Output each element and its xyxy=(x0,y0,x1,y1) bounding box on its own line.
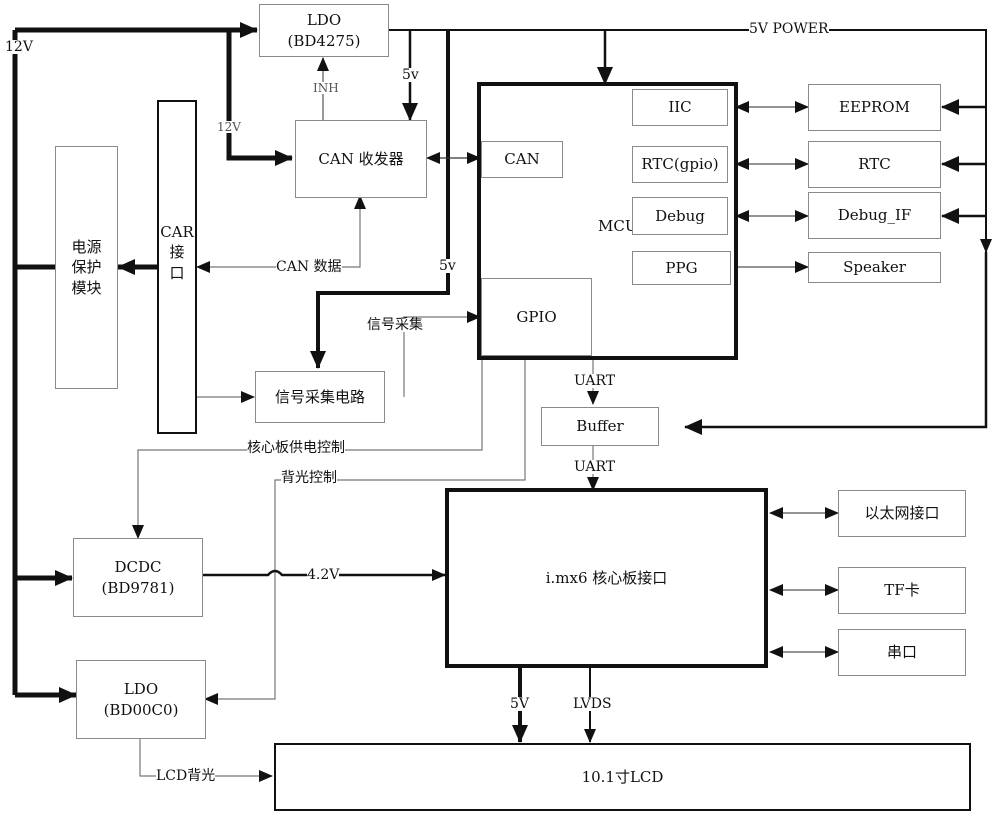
label-12v-branch: 12V xyxy=(217,120,241,134)
tf-card-block: TF卡 xyxy=(838,567,966,614)
ldo-bd4275-block: LDO (BD4275) xyxy=(259,4,389,57)
speaker-block: Speaker xyxy=(808,252,941,283)
label-12v-main: 12V xyxy=(5,39,33,55)
label-uart-1: UART xyxy=(574,373,616,389)
label-signal-acq: 信号采集 xyxy=(367,317,423,333)
mcu-debug-block: Debug xyxy=(632,197,728,235)
label-can-data: CAN 数据 xyxy=(276,259,342,275)
car-interface-block: CAR 接 口 xyxy=(157,100,197,434)
label-core-power-ctrl: 核心板供电控制 xyxy=(247,440,345,456)
label-5v-mid: 5v xyxy=(439,258,456,274)
buffer-block: Buffer xyxy=(541,407,659,446)
ldo-top-part: (BD4275) xyxy=(287,31,361,50)
label-4-2v: 4.2V xyxy=(307,567,340,583)
imx6-core-block: i.mx6 核心板接口 xyxy=(445,488,768,668)
serial-block: 串口 xyxy=(838,629,966,676)
mcu-gpio-block: GPIO xyxy=(481,278,592,356)
dcdc-title: DCDC xyxy=(114,558,162,577)
lcd-block: 10.1寸LCD xyxy=(274,743,971,811)
ldo-bottom-title: LDO xyxy=(123,680,159,699)
label-5v-lcd: 5V xyxy=(510,696,530,712)
power-protect-block: 电源 保护 模块 xyxy=(55,146,118,389)
dcdc-block: DCDC (BD9781) xyxy=(73,538,203,617)
can-transceiver-block: CAN 收发器 xyxy=(295,120,427,198)
ldo-top-title: LDO xyxy=(306,11,342,30)
mcu-rtc-block: RTC(gpio) xyxy=(632,146,728,183)
label-uart-2: UART xyxy=(574,459,616,475)
signal-circuit-block: 信号采集电路 xyxy=(255,371,385,423)
mcu-can-block: CAN xyxy=(481,141,563,178)
label-5v-power: 5V POWER xyxy=(749,21,829,37)
debug-if-block: Debug_IF xyxy=(808,192,941,239)
rtc-block: RTC xyxy=(808,141,941,188)
ethernet-block: 以太网接口 xyxy=(838,490,966,537)
label-lcd-backlight: LCD背光 xyxy=(156,768,216,784)
label-5v-top: 5v xyxy=(402,67,419,83)
label-backlight-ctrl: 背光控制 xyxy=(281,470,337,486)
dcdc-part: (BD9781) xyxy=(101,578,175,597)
label-inh: INH xyxy=(313,81,339,95)
label-lvds: LVDS xyxy=(573,696,612,712)
eeprom-block: EEPROM xyxy=(808,84,941,131)
ldo-bottom-part: (BD00C0) xyxy=(103,700,179,719)
mcu-iic-block: IIC xyxy=(632,89,728,126)
ldo-bd00c0-block: LDO (BD00C0) xyxy=(76,660,206,739)
mcu-ppg-block: PPG xyxy=(632,251,731,285)
